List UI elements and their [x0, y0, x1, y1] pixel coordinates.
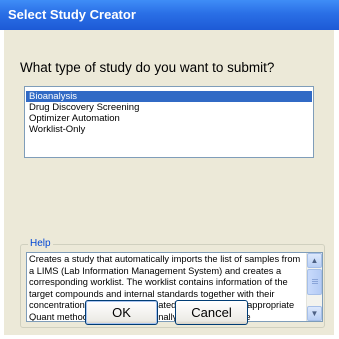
scroll-up-button[interactable]: ▲: [307, 253, 322, 268]
ok-button[interactable]: OK: [85, 300, 158, 325]
title-bar[interactable]: Select Study Creator: [0, 0, 339, 30]
help-scrollbar[interactable]: ▲ ▼: [306, 253, 322, 321]
study-type-option-drug-discovery-screening[interactable]: Drug Discovery Screening: [26, 102, 312, 113]
study-type-option-optimizer-automation[interactable]: Optimizer Automation: [26, 113, 312, 124]
study-type-question: What type of study do you want to submit…: [20, 60, 275, 75]
study-type-option-bioanalysis[interactable]: Bioanalysis: [26, 91, 312, 102]
cancel-button[interactable]: Cancel: [175, 300, 248, 325]
help-groupbox-label: Help: [28, 238, 53, 250]
study-type-listbox[interactable]: Bioanalysis Drug Discovery Screening Opt…: [24, 86, 314, 158]
scroll-down-button[interactable]: ▼: [307, 306, 322, 321]
thumb-grip-line: [312, 283, 318, 284]
help-text: Creates a study that automatically impor…: [29, 254, 301, 322]
window-title: Select Study Creator: [8, 7, 136, 22]
thumb-grip-line: [312, 279, 318, 280]
thumb-grip-line: [312, 281, 318, 282]
scroll-thumb[interactable]: [307, 269, 322, 295]
up-arrow-icon: ▲: [310, 256, 319, 265]
study-type-option-worklist-only[interactable]: Worklist-Only: [26, 124, 312, 135]
select-study-creator-dialog: Select Study Creator What type of study …: [0, 0, 339, 339]
down-arrow-icon: ▼: [310, 309, 319, 318]
